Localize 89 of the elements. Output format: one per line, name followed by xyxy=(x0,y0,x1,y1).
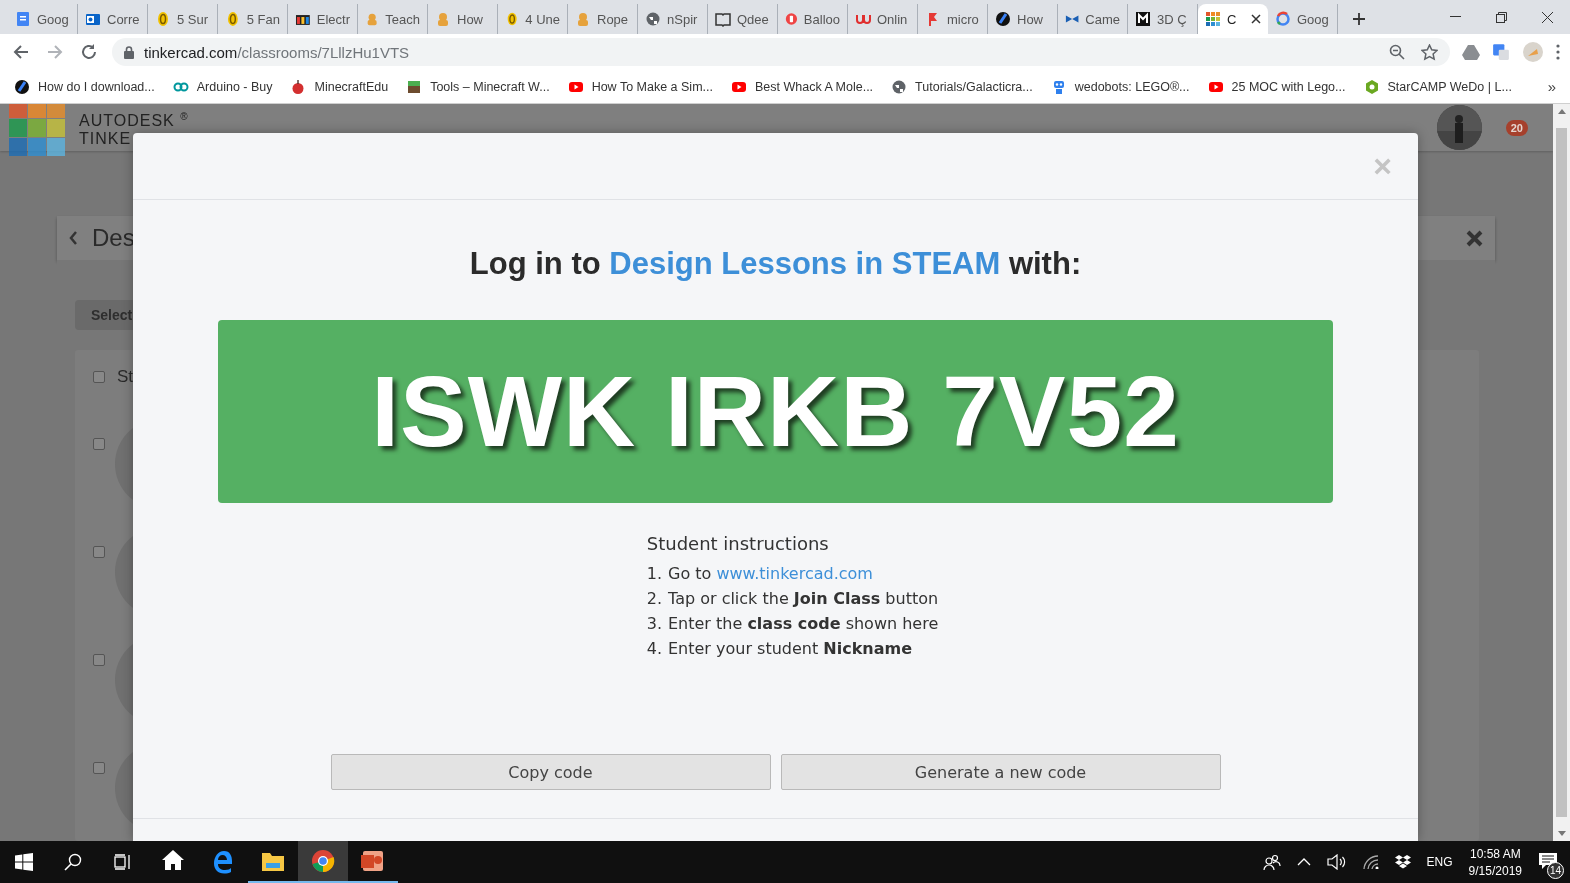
search-icon[interactable] xyxy=(64,853,82,871)
checkbox[interactable] xyxy=(93,762,105,774)
wifi-icon[interactable] xyxy=(1362,855,1379,869)
more-bookmarks[interactable]: » xyxy=(1547,78,1556,95)
step-number: 3. xyxy=(646,614,662,633)
minimize-icon[interactable] xyxy=(1449,16,1461,18)
modal-button[interactable]: Copy code xyxy=(330,754,771,790)
book-icon xyxy=(715,11,731,27)
new-tab-icon[interactable] xyxy=(1352,12,1366,26)
document-icon xyxy=(15,11,31,27)
clock-time: 10:58 AM xyxy=(1469,846,1521,861)
brand-text: AUTODESK $^{®}$ xyxy=(79,110,189,130)
scrollbar[interactable] xyxy=(1553,104,1570,841)
avatar[interactable] xyxy=(1436,105,1482,150)
notification-badge[interactable]: 20 xyxy=(1505,119,1528,136)
bookmark[interactable]: StarCAMP WeDo | L... xyxy=(1363,78,1512,95)
notification-count: 14 xyxy=(1547,861,1564,879)
circle-icon xyxy=(785,11,798,27)
bookmark[interactable]: Tutorials/Galacticra... xyxy=(891,78,1033,95)
clock[interactable]: 10:58 AM 9/15/2019 xyxy=(1468,846,1522,878)
bookmark[interactable]: wedobots: LEGO®... xyxy=(1050,78,1190,95)
close-icon[interactable] xyxy=(1541,11,1553,23)
chrome-icon xyxy=(309,847,337,875)
language-indicator[interactable]: ENG xyxy=(1426,855,1453,869)
mail-icon xyxy=(85,11,101,27)
swirl-icon xyxy=(14,78,30,95)
hexagon-icon xyxy=(1363,78,1380,95)
back-chevron-icon[interactable] xyxy=(69,231,78,245)
checkbox[interactable] xyxy=(93,654,105,666)
globe-icon xyxy=(891,78,908,95)
class-code: ISWK IRKB 7V52 xyxy=(218,320,1333,503)
close-icon[interactable] xyxy=(1251,14,1261,24)
windows-start-icon[interactable] xyxy=(15,853,33,871)
task-view-icon[interactable] xyxy=(114,854,132,870)
people-icon[interactable] xyxy=(1262,854,1281,870)
dropbox-icon[interactable] xyxy=(1394,855,1411,869)
checkbox[interactable] xyxy=(93,546,105,558)
restore-icon[interactable] xyxy=(1495,11,1507,23)
figure-icon xyxy=(575,11,591,27)
translate-icon[interactable] xyxy=(1492,43,1510,61)
taskbar-app[interactable] xyxy=(298,841,348,883)
clock-date: 9/15/2019 xyxy=(1468,863,1522,878)
checkbox[interactable] xyxy=(93,438,105,450)
swirl-icon xyxy=(995,11,1011,27)
star-icon[interactable] xyxy=(1421,43,1438,61)
menu-icon[interactable] xyxy=(1556,44,1560,60)
checkbox[interactable] xyxy=(93,371,105,383)
instruction-step: Go to www.tinkercad.com xyxy=(668,564,873,583)
bookmark[interactable]: How do I download... xyxy=(14,78,155,95)
instruction-step: Tap or click the Join Class button xyxy=(668,589,939,608)
bookmark[interactable]: How To Make a Sim... xyxy=(567,78,713,95)
bookmark[interactable]: Tools – Minecraft W... xyxy=(406,78,550,95)
grid-icon xyxy=(1205,11,1221,27)
drive-icon[interactable] xyxy=(1462,44,1480,60)
globe-icon xyxy=(645,11,661,27)
modal-title: Log in to Design Lessons in STEAM with: xyxy=(469,246,1082,282)
step-number: 4. xyxy=(646,639,662,658)
zoom-out-icon[interactable] xyxy=(1389,43,1405,60)
lock-icon xyxy=(124,45,134,59)
scroll-down-icon[interactable] xyxy=(1557,831,1566,836)
instructions-heading: Student instructions xyxy=(646,533,830,554)
address-field[interactable]: tinkercad.com/classrooms/7LllzHu1VTS xyxy=(112,38,1450,66)
url-text: tinkercad.com/classrooms/7LllzHu1VTS xyxy=(144,43,410,61)
brand-text: TINKE xyxy=(79,129,133,147)
grass-block-icon xyxy=(406,78,423,95)
column-header: St xyxy=(117,367,134,387)
speaker-icon[interactable] xyxy=(1326,854,1347,870)
square-icon xyxy=(1135,11,1151,27)
browser-tab[interactable]: C xyxy=(1198,4,1268,34)
panel-title: Des xyxy=(92,224,135,252)
step-number: 1. xyxy=(646,564,662,583)
bookmark[interactable]: MinecraftEdu xyxy=(290,78,389,95)
chevron-up-icon[interactable] xyxy=(1296,858,1311,866)
colored-ring-icon xyxy=(1275,11,1291,27)
bookmark[interactable]: Arduino - Buy xyxy=(172,78,273,95)
bookmark[interactable]: Best Whack A Mole... xyxy=(730,78,874,95)
class-link[interactable]: Design Lessons in STEAM xyxy=(609,246,1001,281)
bookmark[interactable]: 25 MOC with Lego... xyxy=(1207,78,1346,95)
figure-icon xyxy=(365,11,380,27)
coin-icon xyxy=(505,11,520,27)
website-link[interactable]: www.tinkercad.com xyxy=(716,564,873,583)
coin-icon xyxy=(225,11,241,27)
step-number: 2. xyxy=(646,589,662,608)
instruction-step: Enter the class code shown here xyxy=(668,614,939,633)
scroll-up-icon[interactable] xyxy=(1557,109,1566,114)
instruction-step: Enter your student Nickname xyxy=(668,639,913,658)
figure-icon xyxy=(435,11,451,27)
modal-button[interactable]: Generate a new code xyxy=(780,754,1221,790)
coin-icon xyxy=(155,11,171,27)
